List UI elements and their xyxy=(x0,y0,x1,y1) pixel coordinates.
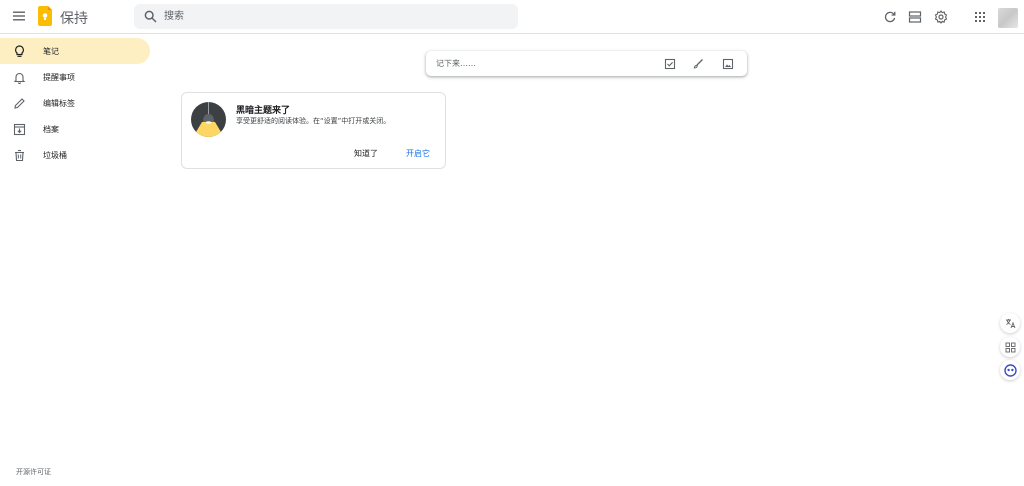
translate-tool-button[interactable] xyxy=(1000,313,1020,333)
brush-icon[interactable] xyxy=(692,58,704,70)
image-icon[interactable] xyxy=(722,58,734,70)
sidebar-item-reminders[interactable]: 提醒事项 xyxy=(0,64,150,90)
app-title: 保持 xyxy=(60,10,88,26)
card-title: 黑暗主题来了 xyxy=(236,106,291,116)
take-note-placeholder[interactable]: 记下来…… xyxy=(436,58,476,69)
keep-logo-icon[interactable] xyxy=(38,6,52,26)
dismiss-button[interactable]: 知道了 xyxy=(352,146,380,161)
sidebar-item-label: 笔记 xyxy=(43,46,59,56)
menu-icon[interactable] xyxy=(12,9,26,23)
translate-icon xyxy=(1005,318,1015,328)
trash-icon xyxy=(15,149,24,161)
apps-grid-icon[interactable] xyxy=(973,10,987,24)
sidebar-item-label: 编辑标签 xyxy=(43,98,75,108)
pencil-icon xyxy=(14,97,25,109)
grid-tool-button[interactable] xyxy=(1000,337,1020,357)
bell-icon xyxy=(13,72,26,84)
sidebar: 笔记 提醒事项 编辑标签 档案 垃圾桶 xyxy=(0,38,150,168)
checkbox-list-icon[interactable] xyxy=(664,58,676,70)
sidebar-item-label: 档案 xyxy=(43,124,59,134)
search-bar[interactable] xyxy=(134,4,518,29)
open-source-license-link[interactable]: 开源许可证 xyxy=(16,467,51,477)
grid-icon xyxy=(1005,342,1015,352)
assistant-face-icon xyxy=(1003,363,1017,377)
list-view-icon[interactable] xyxy=(908,10,922,24)
archive-icon xyxy=(13,123,26,135)
sidebar-item-label: 提醒事项 xyxy=(43,72,75,82)
lamp-illustration-icon xyxy=(191,102,226,137)
take-note-bar[interactable]: 记下来…… xyxy=(426,51,747,76)
top-bar: 保持 xyxy=(0,0,1024,34)
sidebar-item-edit-labels[interactable]: 编辑标签 xyxy=(0,90,150,116)
sidebar-item-trash[interactable]: 垃圾桶 xyxy=(0,142,150,168)
enable-dark-theme-button[interactable]: 开启它 xyxy=(404,146,432,161)
sidebar-item-notes[interactable]: 笔记 xyxy=(0,38,150,64)
avatar[interactable] xyxy=(998,8,1018,28)
refresh-icon[interactable] xyxy=(883,10,897,24)
sidebar-item-label: 垃圾桶 xyxy=(43,150,67,160)
sidebar-item-archive[interactable]: 档案 xyxy=(0,116,150,142)
card-description: 享受更舒适的阅读体验。在“设置”中打开或关闭。 xyxy=(236,117,391,125)
search-icon[interactable] xyxy=(144,10,157,23)
search-input[interactable] xyxy=(164,7,504,26)
assistant-tool-button[interactable] xyxy=(1000,360,1020,380)
gear-icon[interactable] xyxy=(934,10,948,24)
lightbulb-icon xyxy=(15,44,24,57)
keep-app: 保持 搜索 笔记 提醒事项 编辑标签 档案 垃圾桶 开源许可证 记下来…… 黑暗… xyxy=(0,0,1024,486)
dark-theme-card: 黑暗主题来了 享受更舒适的阅读体验。在“设置”中打开或关闭。 知道了 开启它 xyxy=(181,92,446,169)
